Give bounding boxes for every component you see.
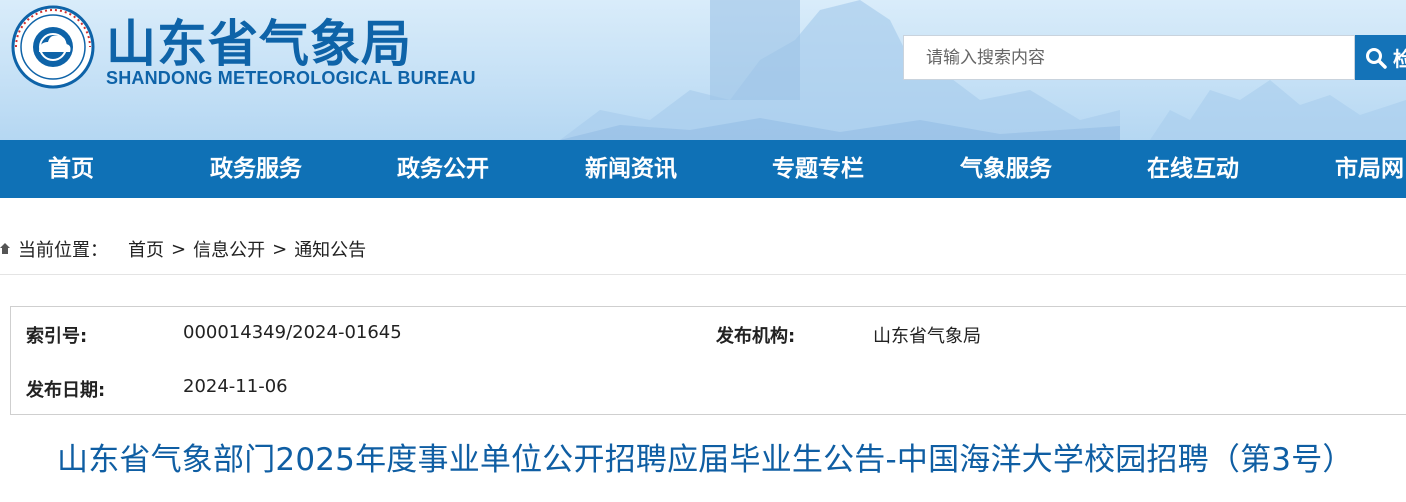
search-input[interactable] bbox=[904, 36, 1354, 79]
publisher-value: 山东省气象局 bbox=[873, 326, 981, 347]
main-nav: 首页 政务服务 政务公开 新闻资讯 专题专栏 气象服务 在线互动 市局网 bbox=[0, 140, 1406, 198]
publish-date-value: 2024-11-06 bbox=[183, 376, 288, 397]
nav-item-news[interactable]: 新闻资讯 bbox=[585, 140, 677, 198]
nav-item-home[interactable]: 首页 bbox=[48, 140, 94, 198]
index-number-label: 索引号: bbox=[26, 326, 88, 347]
breadcrumb: 当前位置： 首页 > 信息公开 > 通知公告 bbox=[0, 234, 366, 264]
location-icon bbox=[0, 243, 10, 254]
breadcrumb-separator: > bbox=[272, 238, 288, 260]
search-icon bbox=[1366, 47, 1387, 69]
breadcrumb-prefix: 当前位置： bbox=[18, 240, 108, 261]
site-subtitle: SHANDONG METEOROLOGICAL BUREAU bbox=[106, 68, 476, 88]
nav-item-special-topics[interactable]: 专题专栏 bbox=[772, 140, 864, 198]
search-button-label: 检 bbox=[1393, 47, 1406, 71]
document-info-box: 索引号: 000014349/2024-01645 发布机构: 山东省气象局 发… bbox=[10, 306, 1406, 415]
breadcrumb-notices[interactable]: 通知公告 bbox=[294, 236, 366, 262]
nav-item-government-affairs[interactable]: 政务公开 bbox=[397, 140, 489, 198]
article-title: 山东省气象部门2025年度事业单位公开招聘应届毕业生公告-中国海洋大学校园招聘（… bbox=[57, 442, 1354, 478]
index-number-value: 000014349/2024-01645 bbox=[183, 322, 402, 343]
breadcrumb-home[interactable]: 首页 bbox=[128, 236, 164, 262]
nav-item-government-services[interactable]: 政务服务 bbox=[210, 140, 302, 198]
publish-date-label: 发布日期: bbox=[26, 380, 106, 401]
nav-item-weather-services[interactable]: 气象服务 bbox=[960, 140, 1052, 198]
search-button[interactable]: 检 bbox=[1355, 35, 1406, 80]
publisher-label: 发布机构: bbox=[716, 326, 796, 347]
search-box bbox=[903, 35, 1355, 80]
header-banner: 山东省气象局 SHANDONG METEOROLOGICAL BUREAU 检 bbox=[0, 0, 1406, 140]
nav-item-city-bureaus[interactable]: 市局网 bbox=[1335, 140, 1404, 198]
bureau-logo-icon bbox=[11, 5, 95, 89]
breadcrumb-info-disclosure[interactable]: 信息公开 bbox=[193, 236, 265, 262]
breadcrumb-divider bbox=[0, 274, 1406, 275]
breadcrumb-separator: > bbox=[171, 238, 187, 260]
site-title: 山东省气象局 bbox=[106, 15, 412, 73]
nav-item-online-interaction[interactable]: 在线互动 bbox=[1147, 140, 1239, 198]
